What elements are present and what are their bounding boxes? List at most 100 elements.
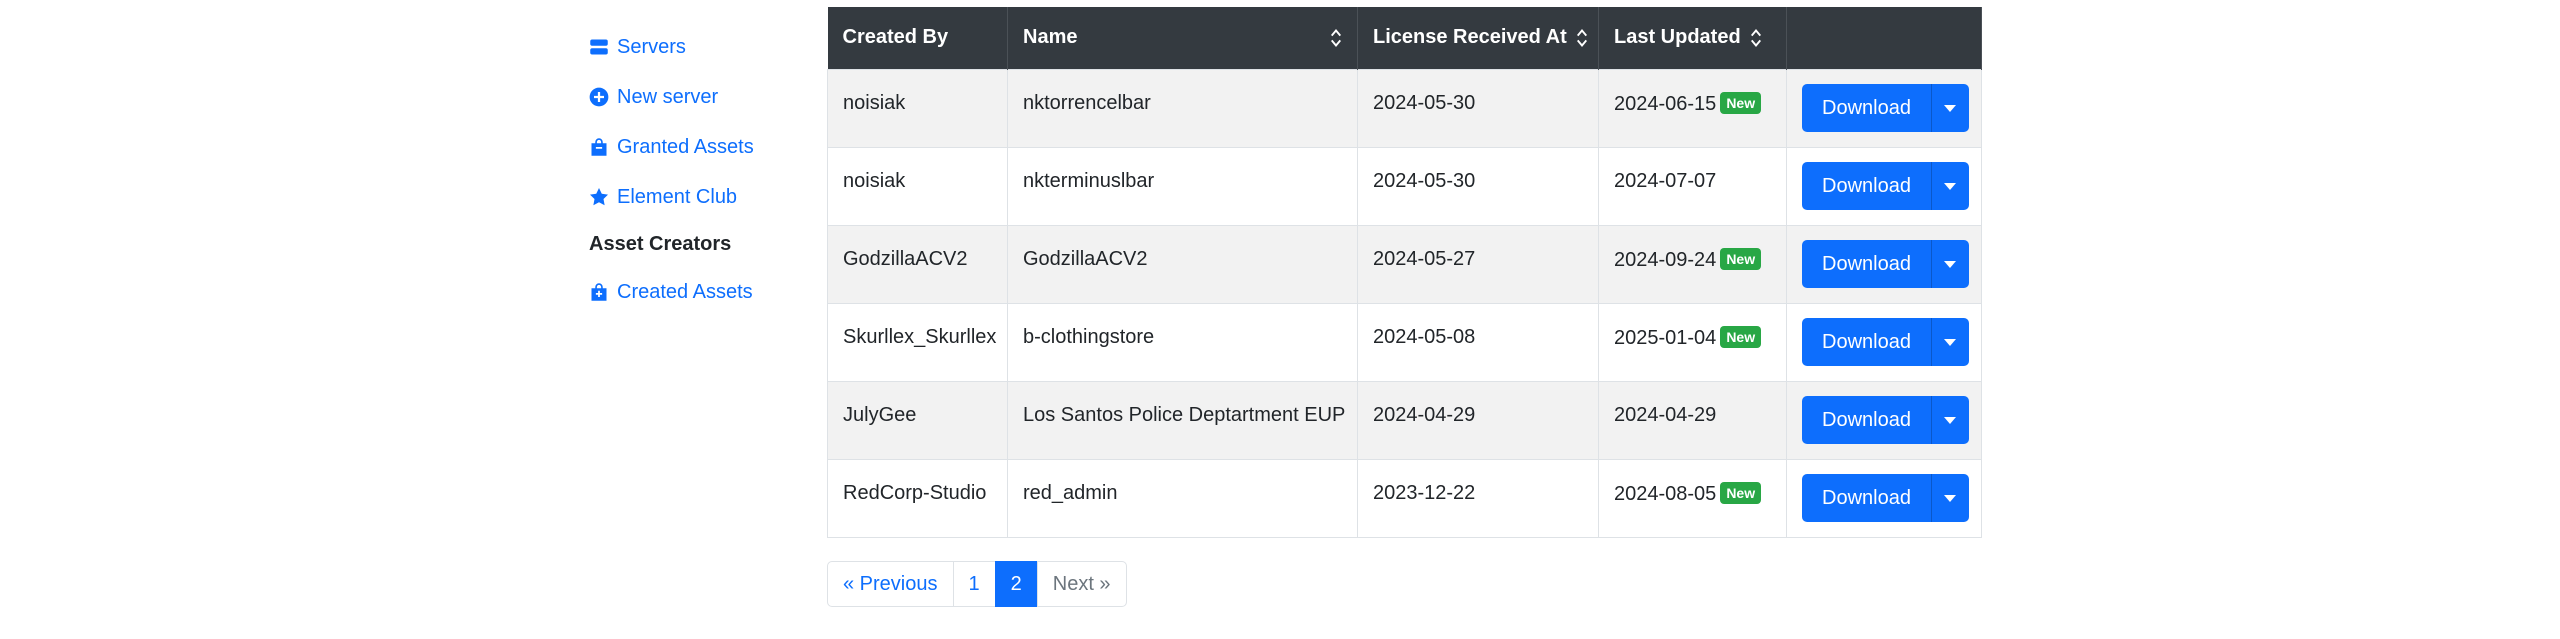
cell-last-updated: 2024-09-24 New — [1598, 224, 1787, 304]
cell-last-updated: 2024-08-05 New — [1598, 458, 1787, 538]
cell-license-received: 2024-05-30 — [1357, 68, 1599, 148]
star-icon — [589, 187, 609, 207]
caret-down-icon — [1944, 338, 1957, 346]
sidebar-item-created-assets[interactable]: Created Assets — [589, 267, 819, 317]
sidebar-section-label: Asset Creators — [589, 233, 732, 255]
download-button[interactable]: Download — [1802, 84, 1931, 132]
sidebar: Servers New server Granted Assets Elemen… — [589, 22, 819, 317]
sidebar-section-asset-creators: Asset Creators — [589, 222, 819, 267]
download-button[interactable]: Download — [1802, 318, 1931, 366]
download-button-group: Download — [1802, 474, 1969, 522]
table-row: JulyGee Los Santos Police Deptartment EUP… — [827, 380, 1982, 460]
sidebar-item-granted-assets[interactable]: Granted Assets — [589, 122, 819, 172]
download-button-group: Download — [1802, 162, 1969, 210]
sort-icon[interactable] — [1329, 28, 1343, 48]
download-button[interactable]: Download — [1802, 162, 1931, 210]
table-body: noisiak nktorrencelbar 2024-05-30 2024-06-1… — [827, 68, 1982, 538]
download-dropdown-toggle[interactable] — [1930, 162, 1969, 210]
cell-license-received-text: 2024-05-30 — [1373, 91, 1476, 114]
sidebar-item-servers[interactable]: Servers — [589, 22, 819, 72]
cell-actions: Download — [1786, 224, 1982, 304]
download-button[interactable]: Download — [1802, 474, 1931, 522]
sidebar-item-label: Granted Assets — [617, 135, 754, 158]
cell-actions: Download — [1786, 302, 1982, 382]
cell-created-by: JulyGee — [827, 380, 1008, 460]
download-dropdown-toggle[interactable] — [1930, 240, 1969, 288]
cell-last-updated-text: 2025-01-04 — [1614, 326, 1717, 349]
sidebar-item-label: Servers — [617, 35, 686, 58]
column-header-created-by: Created By — [827, 7, 1008, 69]
bag-plus-icon — [589, 282, 609, 302]
cell-name: Los Santos Police Deptartment EUP — [1007, 380, 1358, 460]
caret-down-icon — [1944, 104, 1957, 112]
download-button-group: Download — [1802, 240, 1969, 288]
cell-last-updated-text: 2024-04-29 — [1614, 403, 1717, 426]
bag-icon — [589, 137, 609, 157]
caret-down-icon — [1944, 416, 1957, 424]
pagination-previous[interactable]: « Previous — [827, 561, 954, 607]
sidebar-item-label: Created Assets — [617, 280, 753, 303]
column-header-last-updated[interactable]: Last Updated — [1598, 7, 1787, 69]
cell-created-by: noisiak — [827, 68, 1008, 148]
cell-created-by-text: Skurllex_Skurllex — [843, 325, 997, 348]
cell-actions: Download — [1786, 146, 1982, 226]
download-button[interactable]: Download — [1802, 240, 1931, 288]
table-row: RedCorp-Studio red_admin 2023-12-22 2024-08… — [827, 458, 1982, 538]
caret-down-icon — [1944, 494, 1957, 502]
assets-table-container: Created By Name License Received At Last… — [827, 7, 1982, 538]
caret-down-icon — [1944, 182, 1957, 190]
download-button[interactable]: Download — [1802, 396, 1931, 444]
cell-created-by-text: noisiak — [843, 169, 906, 192]
download-button-group: Download — [1802, 84, 1969, 132]
sort-icon[interactable] — [1749, 28, 1763, 48]
new-badge: New — [1720, 481, 1762, 504]
assets-table: Created By Name License Received At Last… — [827, 7, 1982, 538]
cell-license-received: 2024-04-29 — [1357, 380, 1599, 460]
sidebar-item-element-club[interactable]: Element Club — [589, 172, 819, 222]
download-dropdown-toggle[interactable] — [1930, 84, 1969, 132]
cell-last-updated: 2024-06-15 New — [1598, 68, 1787, 148]
cell-name: b-clothingstore — [1007, 302, 1358, 382]
download-button-group: Download — [1802, 396, 1969, 444]
pagination: « Previous 1 2 Next » — [827, 561, 1127, 607]
column-header-name[interactable]: Name — [1007, 7, 1358, 69]
sort-icon[interactable] — [1575, 28, 1589, 48]
cell-name-text: GodzillaACV2 — [1023, 247, 1148, 270]
download-dropdown-toggle[interactable] — [1930, 318, 1969, 366]
cell-actions: Download — [1786, 68, 1982, 148]
new-badge: New — [1720, 247, 1762, 270]
download-dropdown-toggle[interactable] — [1930, 396, 1969, 444]
download-dropdown-toggle[interactable] — [1930, 474, 1969, 522]
pagination-page-1[interactable]: 1 — [952, 561, 996, 607]
cell-name: nktorrencelbar — [1007, 68, 1358, 148]
sidebar-item-new-server[interactable]: New server — [589, 72, 819, 122]
cell-license-received: 2024-05-30 — [1357, 146, 1599, 226]
cell-actions: Download — [1786, 380, 1982, 460]
cell-created-by-text: noisiak — [843, 91, 906, 114]
plus-circle-icon — [589, 87, 609, 107]
cell-license-received: 2024-05-27 — [1357, 224, 1599, 304]
caret-down-icon — [1944, 260, 1957, 268]
cell-name: nkterminuslbar — [1007, 146, 1358, 226]
cell-name: red_admin — [1007, 458, 1358, 538]
cell-name-text: red_admin — [1023, 481, 1118, 504]
cell-last-updated-text: 2024-09-24 — [1614, 248, 1717, 271]
cell-created-by-text: GodzillaACV2 — [843, 247, 968, 270]
pagination-page-2[interactable]: 2 — [994, 561, 1038, 607]
new-badge: New — [1720, 91, 1762, 114]
table-row: GodzillaACV2 GodzillaACV2 2024-05-27 2024-0… — [827, 224, 1982, 304]
cell-license-received-text: 2024-05-27 — [1373, 247, 1476, 270]
cell-created-by-text: JulyGee — [843, 403, 917, 426]
download-button-group: Download — [1802, 318, 1969, 366]
cell-last-updated-text: 2024-07-07 — [1614, 169, 1717, 192]
column-header-license-received[interactable]: License Received At — [1357, 7, 1599, 69]
pagination-next[interactable]: Next » — [1036, 561, 1127, 607]
cell-license-received-text: 2023-12-22 — [1373, 481, 1476, 504]
cell-name: GodzillaACV2 — [1007, 224, 1358, 304]
cell-last-updated-text: 2024-08-05 — [1614, 482, 1717, 505]
new-badge: New — [1720, 325, 1762, 348]
cell-last-updated: 2024-04-29 — [1598, 380, 1787, 460]
table-header-row: Created By Name License Received At Last… — [827, 7, 1982, 69]
cell-name-text: nkterminuslbar — [1023, 169, 1155, 192]
cell-name-text: b-clothingstore — [1023, 325, 1155, 348]
